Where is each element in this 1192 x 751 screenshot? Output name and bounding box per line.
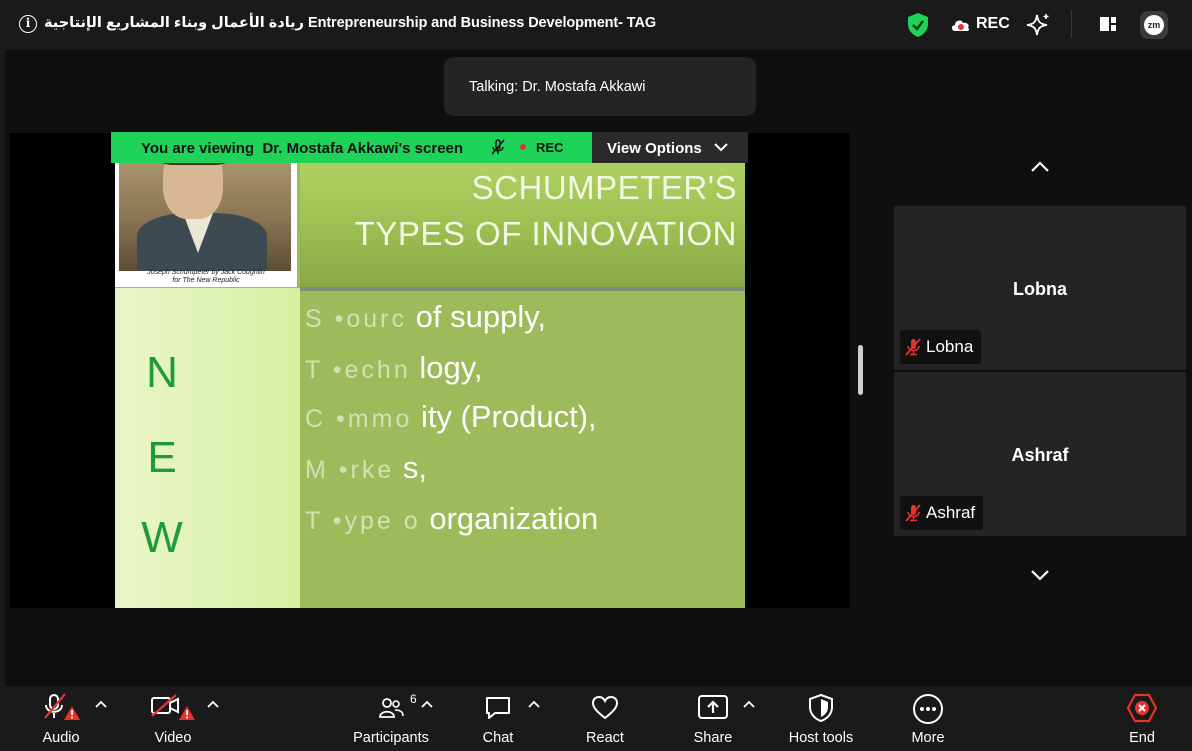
slide-title-line1: SCHUMPETER'S	[471, 169, 737, 206]
share-options-caret-icon[interactable]	[742, 698, 756, 712]
viewing-banner: You are viewing Dr. Mostafa Akkawi's scr…	[111, 132, 748, 163]
chat-icon	[486, 697, 510, 719]
heart-icon	[591, 695, 619, 720]
meeting-toolbar: Audio Video 6 Participants Chat React Sh…	[0, 686, 1192, 751]
audio-button[interactable]: Audio	[28, 686, 94, 751]
title-divider	[1071, 10, 1072, 38]
view-options-label: View Options	[607, 140, 702, 157]
participants-label: Participants	[353, 730, 429, 746]
more-dots-icon	[913, 694, 943, 724]
slide-line: S •ourc of supply,	[305, 299, 547, 334]
mic-muted-icon	[905, 504, 921, 522]
zoom-app-icon[interactable]: zm	[1140, 11, 1168, 39]
portrait-caption: Joseph Schumpeter by Jack Coughlin for T…	[147, 269, 265, 284]
share-label: Share	[693, 730, 733, 746]
recording-indicator[interactable]: REC	[950, 12, 1010, 38]
host-shield-icon	[809, 693, 833, 723]
panel-resize-handle[interactable]	[858, 345, 863, 395]
slide-line: C •mmo ity (Product),	[305, 399, 597, 434]
mic-muted-icon	[44, 693, 80, 720]
talking-text: Talking: Dr. Mostafa Akkawi	[469, 79, 646, 95]
new-letter-w: W	[141, 513, 183, 562]
viewing-rec-label: REC	[536, 140, 564, 155]
participant-tile[interactable]: Ashraf Ashraf	[894, 372, 1186, 536]
more-button[interactable]: More	[902, 686, 954, 751]
rec-label: REC	[976, 15, 1010, 32]
new-letter-e: E	[147, 433, 177, 482]
info-icon[interactable]: i	[19, 15, 37, 33]
chat-label: Chat	[482, 730, 514, 746]
view-options-button[interactable]: View Options	[592, 132, 748, 163]
host-tools-button[interactable]: Host tools	[782, 686, 860, 751]
participant-name: Ashraf	[1011, 445, 1069, 465]
chevron-down-icon	[714, 143, 728, 152]
viewing-banner-status: You are viewing Dr. Mostafa Akkawi's scr…	[111, 132, 592, 163]
chat-options-caret-icon[interactable]	[527, 698, 541, 712]
zoom-app-label: zm	[1144, 15, 1164, 35]
slide-line: M •rke s,	[305, 450, 428, 485]
presenter-name: Dr. Mostafa Akkawi's screen	[262, 140, 464, 157]
slide-line: T •ype o organization	[305, 501, 599, 536]
react-button[interactable]: React	[578, 686, 632, 751]
share-button[interactable]: Share	[686, 686, 740, 751]
participants-button[interactable]: 6 Participants	[348, 686, 434, 751]
video-options-caret-icon[interactable]	[206, 698, 220, 712]
participant-tile[interactable]: Lobna Lobna	[894, 206, 1186, 370]
title-bar: i ريادة الأعمال وبناء المشاريع الإنتاجية…	[0, 0, 1192, 50]
layout-icon[interactable]	[1099, 15, 1117, 33]
end-button[interactable]: End	[1118, 686, 1166, 751]
host-tools-label: Host tools	[788, 730, 854, 746]
chat-button[interactable]: Chat	[472, 686, 524, 751]
share-screen-icon	[698, 695, 728, 719]
viewing-prefix: You are viewing	[141, 140, 255, 157]
slide-line: T •echn logy,	[305, 350, 483, 385]
new-letter-n: N	[146, 348, 178, 397]
audio-label: Audio	[42, 730, 80, 746]
participant-label: Ashraf	[900, 496, 984, 530]
audio-options-caret-icon[interactable]	[94, 698, 108, 712]
participant-label: Lobna	[900, 330, 982, 364]
encryption-shield-icon[interactable]	[906, 12, 930, 38]
participant-name: Lobna	[1013, 279, 1067, 299]
end-meeting-icon	[1126, 693, 1158, 723]
chevron-up-icon[interactable]	[1028, 155, 1052, 179]
ai-sparkle-icon[interactable]	[1025, 12, 1051, 38]
participants-icon	[379, 698, 404, 718]
meeting-title: ريادة الأعمال وبناء المشاريع الإنتاجية E…	[44, 15, 657, 31]
video-off-icon	[151, 694, 195, 720]
rec-dot-icon	[520, 144, 526, 150]
slide-title-line2: TYPES OF INNOVATION	[354, 215, 737, 252]
react-label: React	[586, 730, 624, 746]
chevron-down-icon[interactable]	[1028, 563, 1052, 587]
recording-cloud-icon	[952, 20, 970, 31]
end-label: End	[1129, 730, 1155, 746]
video-label: Video	[154, 730, 192, 746]
participants-options-caret-icon[interactable]	[420, 698, 434, 712]
video-button[interactable]: Video	[140, 686, 206, 751]
talking-indicator: Talking: Dr. Mostafa Akkawi	[444, 57, 756, 116]
shared-slide: Joseph Schumpeter by Jack Coughlin for T…	[115, 133, 745, 608]
muted-mic-icon	[491, 139, 505, 155]
participants-count: 6	[410, 692, 417, 706]
mic-muted-icon	[905, 338, 921, 356]
more-label: More	[911, 730, 945, 746]
